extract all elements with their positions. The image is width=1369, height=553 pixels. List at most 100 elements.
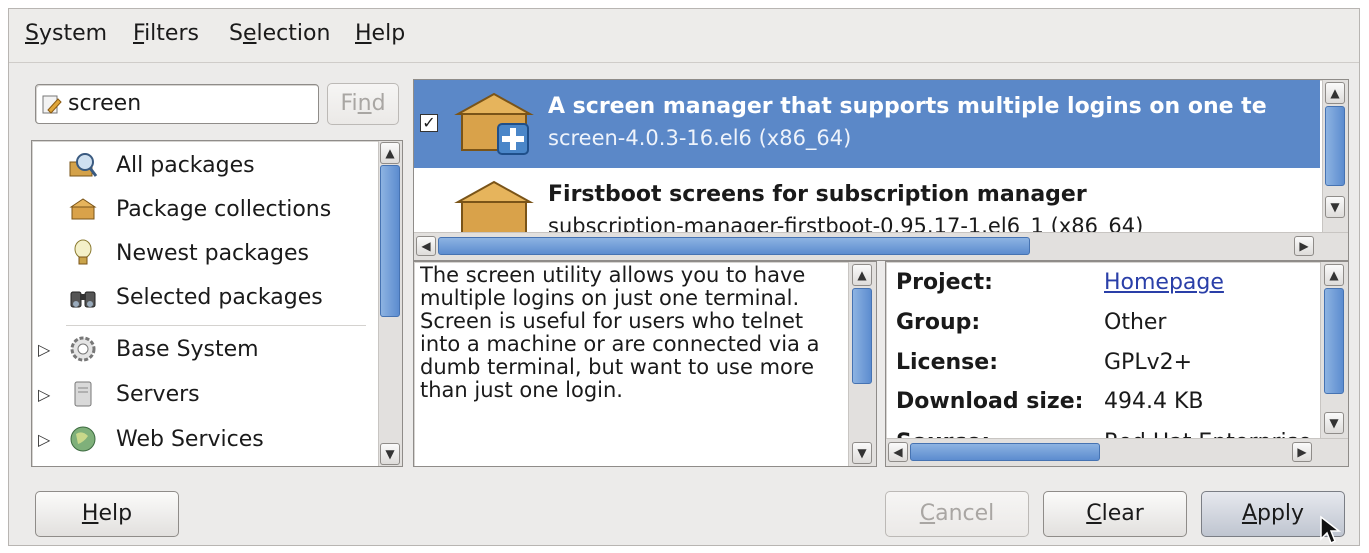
source-value: Red Hat Enterprise	[1104, 430, 1312, 438]
menu-selection-mnemonic: e	[242, 21, 257, 46]
license-label: License:	[896, 350, 998, 375]
category-scrollbar[interactable]: ▲ ▼	[378, 141, 402, 466]
package-checkbox[interactable]: ✓	[420, 114, 438, 132]
nav-group-label: Servers	[116, 381, 200, 407]
menu-system[interactable]: System	[25, 21, 107, 46]
homepage-link[interactable]: Homepage	[1104, 270, 1224, 295]
menu-help-mnemonic: H	[355, 21, 372, 46]
scrollbar-thumb[interactable]	[1324, 288, 1344, 394]
package-subtitle: screen-4.0.3-16.el6 (x86_64)	[548, 126, 852, 150]
nav-group-servers[interactable]: Servers	[68, 374, 200, 414]
binoculars-icon	[68, 282, 98, 312]
menu-selection[interactable]: Selection	[229, 21, 330, 46]
apply-mnemonic: A	[1241, 501, 1257, 526]
server-icon	[68, 379, 98, 409]
help-mnemonic: H	[81, 501, 99, 526]
scroll-up-icon[interactable]: ▲	[380, 142, 400, 164]
help-button[interactable]: Help	[35, 491, 179, 537]
search-value: screen	[68, 91, 142, 116]
apply-label: pply	[1257, 501, 1305, 526]
package-description: The screen utility allows you to have mu…	[413, 261, 877, 467]
scroll-down-icon[interactable]: ▼	[852, 442, 872, 464]
menu-system-mnemonic: S	[25, 21, 39, 46]
scrollbar-thumb[interactable]	[1325, 106, 1345, 186]
clear-mnemonic: C	[1086, 501, 1102, 526]
find-label: d	[371, 91, 386, 116]
expander-arrow-icon[interactable]: ▷	[38, 340, 50, 359]
nav-item-all-packages[interactable]: All packages	[68, 145, 255, 185]
details-hscrollbar[interactable]: ◀ ▶	[886, 438, 1348, 466]
source-row-clipped: Source: Red Hat Enterprise	[886, 422, 1320, 438]
clear-label: lear	[1101, 501, 1144, 526]
scroll-down-icon[interactable]: ▼	[380, 443, 400, 465]
find-button[interactable]: Find	[327, 83, 399, 125]
menu-system-label: ystem	[38, 21, 108, 46]
nav-item-newest-packages[interactable]: Newest packages	[68, 233, 309, 273]
menu-filters[interactable]: Filters	[133, 21, 199, 46]
package-row-selected[interactable]: ✓ A screen manager that supports multipl…	[414, 80, 1320, 168]
scrollbar-thumb[interactable]	[438, 237, 1030, 255]
scroll-down-icon[interactable]: ▼	[1324, 412, 1344, 434]
globe-icon	[68, 424, 98, 454]
source-label: Source:	[896, 430, 990, 438]
search-input[interactable]: screen	[35, 84, 319, 124]
nav-group-web-services[interactable]: Web Services	[68, 419, 264, 459]
package-title: A screen manager that supports multiple …	[548, 94, 1267, 119]
nav-group-label: Web Services	[116, 426, 264, 452]
scrollbar-thumb[interactable]	[852, 288, 872, 384]
menu-filters-label: ilters	[144, 21, 199, 46]
scroll-right-icon[interactable]: ▶	[1292, 442, 1312, 462]
cancel-label: ancel	[935, 501, 995, 526]
gear-icon	[68, 334, 98, 364]
help-label: elp	[98, 501, 133, 526]
download-size-label: Download size:	[896, 389, 1084, 414]
package-install-icon	[454, 90, 534, 156]
cancel-button[interactable]: Cancel	[885, 491, 1029, 537]
expander-arrow-icon[interactable]: ▷	[38, 430, 50, 449]
scroll-left-icon[interactable]: ◀	[888, 442, 908, 462]
package-subtitle: subscription-manager-firstboot-0.95.17-1…	[548, 214, 1144, 234]
expander-arrow-icon[interactable]: ▷	[38, 385, 50, 404]
license-value: GPLv2+	[1104, 350, 1193, 375]
package-details: Project: Homepage Group: Other License: …	[885, 261, 1349, 467]
scroll-left-icon[interactable]: ◀	[416, 236, 436, 256]
clear-button[interactable]: Clear	[1043, 491, 1187, 537]
magnifier-package-icon	[68, 150, 98, 180]
package-title: Firstboot screens for subscription manag…	[548, 182, 1087, 207]
package-list-vscrollbar[interactable]: ▲ ▼	[1322, 80, 1348, 232]
scroll-up-icon[interactable]: ▲	[1325, 82, 1345, 104]
menubar: System Filters Selection Help	[9, 9, 1359, 63]
scroll-right-icon[interactable]: ▶	[1294, 236, 1314, 256]
scroll-up-icon[interactable]: ▲	[852, 264, 872, 286]
nav-item-package-collections[interactable]: Package collections	[68, 189, 331, 229]
details-vscrollbar[interactable]: ▲ ▼	[1320, 262, 1348, 438]
package-list: ✓ A screen manager that supports multipl…	[413, 79, 1349, 261]
mouse-cursor-icon	[1319, 515, 1343, 547]
download-size-value: 494.4 KB	[1104, 389, 1204, 414]
menu-filters-mnemonic: F	[133, 21, 145, 46]
package-list-hscrollbar[interactable]: ◀ ▶	[414, 232, 1348, 260]
nav-group-label: Base System	[116, 336, 259, 362]
nav-item-label: All packages	[116, 152, 255, 178]
project-label: Project:	[896, 270, 993, 295]
package-row[interactable]: Firstboot screens for subscription manag…	[414, 168, 1320, 234]
scrollbar-thumb[interactable]	[910, 443, 1100, 461]
menu-help-label: elp	[371, 21, 406, 46]
scroll-down-icon[interactable]: ▼	[1325, 196, 1345, 218]
nav-item-label: Selected packages	[116, 284, 323, 310]
scrollbar-thumb[interactable]	[380, 165, 400, 317]
lightbulb-icon	[68, 238, 98, 268]
nav-group-base-system[interactable]: Base System	[68, 329, 259, 369]
find-mnemonic: n	[357, 91, 372, 116]
nav-item-label: Newest packages	[116, 240, 309, 266]
package-icon	[454, 178, 534, 234]
category-tree: All packages Package collections Newest …	[31, 140, 403, 467]
scroll-up-icon[interactable]: ▲	[1324, 264, 1344, 286]
menu-help[interactable]: Help	[355, 21, 405, 46]
find-label-prefix: Fi	[340, 91, 358, 116]
nav-item-label: Package collections	[116, 196, 332, 222]
nav-item-selected-packages[interactable]: Selected packages	[68, 277, 323, 317]
package-manager-window: System Filters Selection Help screen Fin…	[8, 8, 1360, 546]
description-scrollbar[interactable]: ▲ ▼	[848, 262, 876, 466]
group-value: Other	[1104, 310, 1167, 335]
